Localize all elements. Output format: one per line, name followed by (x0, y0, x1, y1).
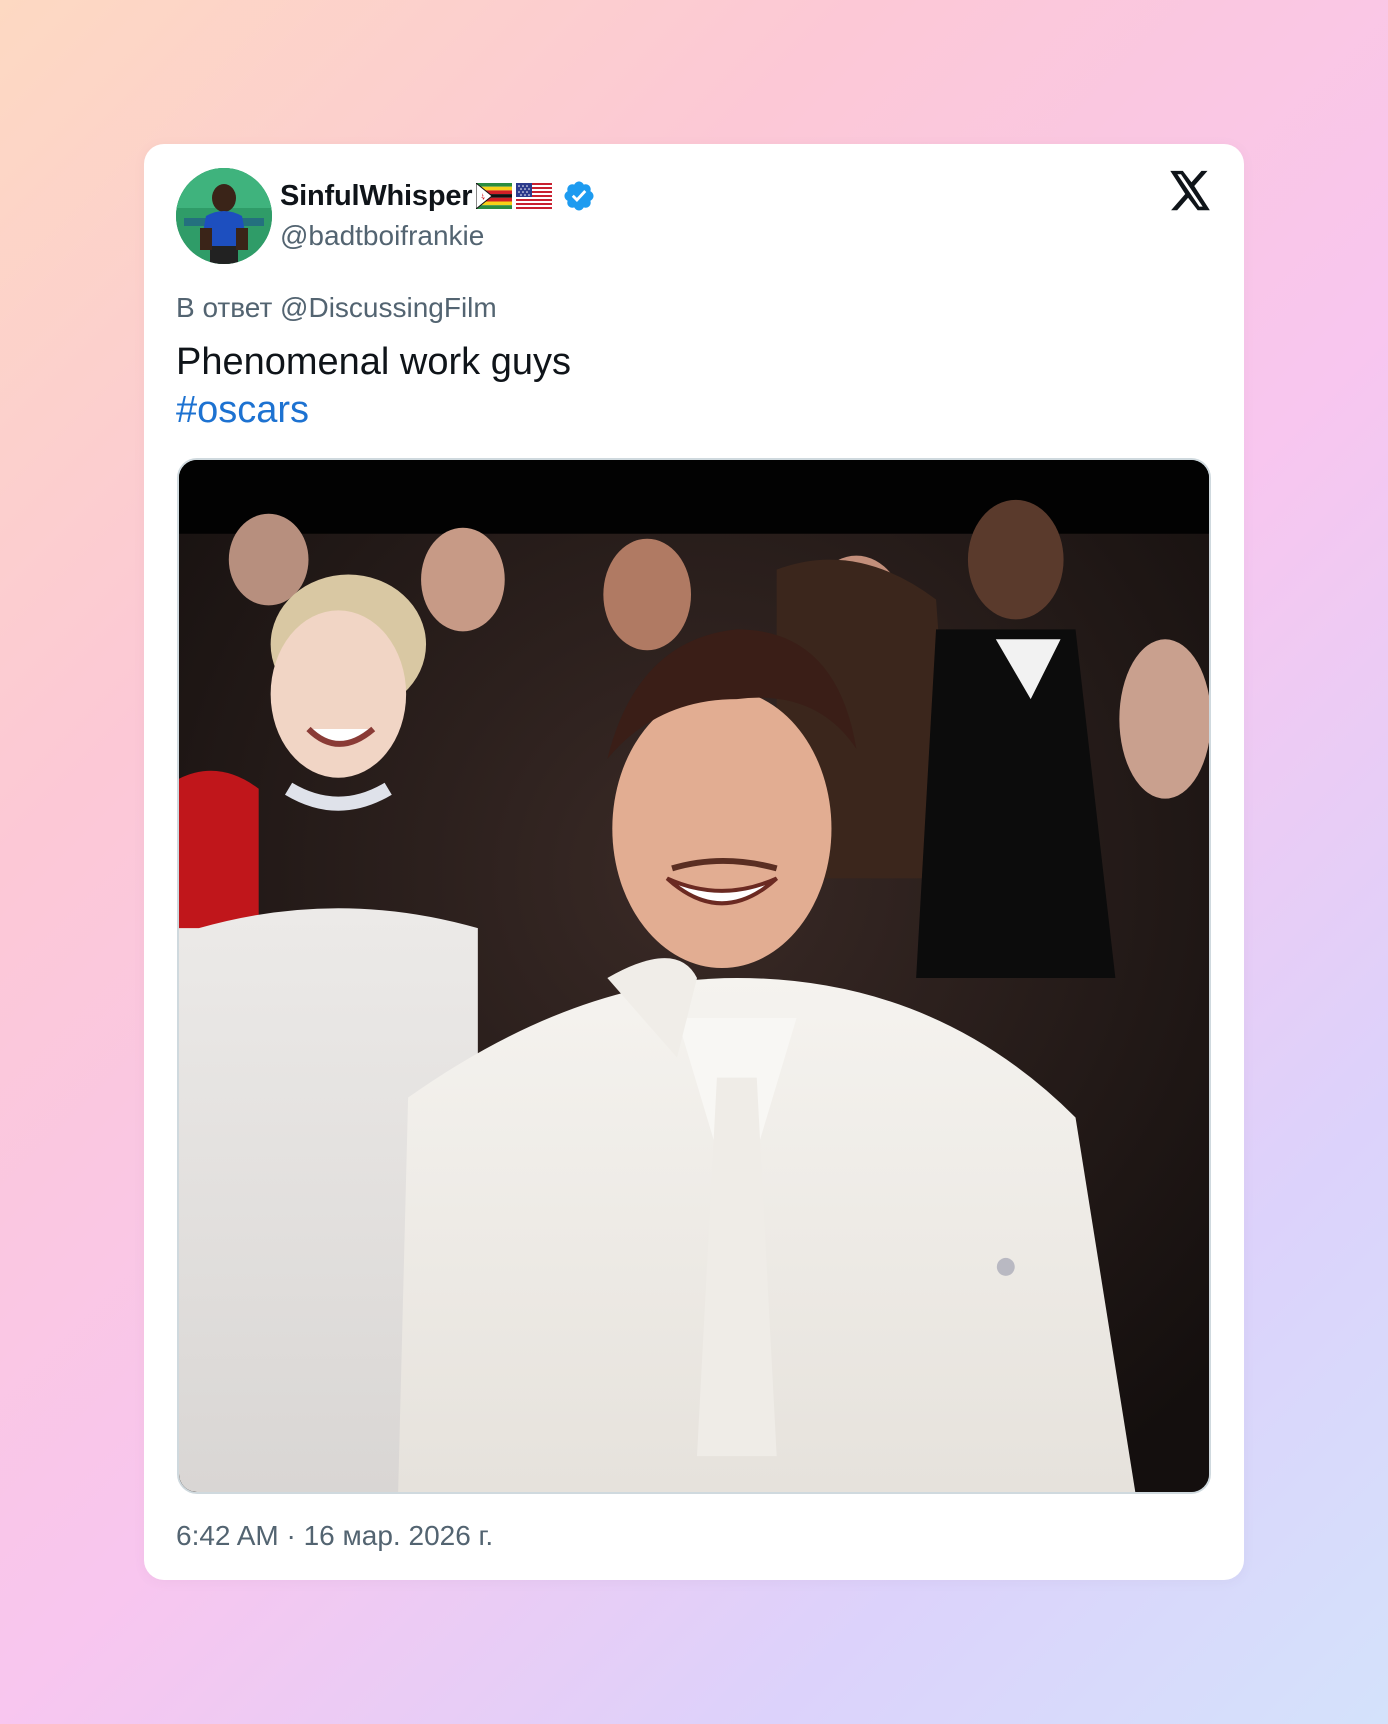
author-handle[interactable]: @badtboifrankie (280, 220, 484, 252)
author-avatar[interactable] (176, 168, 272, 264)
media-photo-illustration (179, 460, 1209, 1492)
author-name-row: SinfulWhisper (280, 176, 596, 216)
zimbabwe-flag-icon (476, 183, 513, 209)
x-logo-icon[interactable] (1168, 170, 1212, 212)
tweet-timestamp[interactable]: 6:42 AM · 16 мар. 2026 г. (176, 1520, 493, 1552)
usa-flag-icon (516, 183, 553, 209)
tweet-media-photo[interactable] (177, 458, 1211, 1494)
avatar-photo (176, 168, 272, 264)
hashtag-link[interactable]: #oscars (176, 386, 309, 434)
verified-badge-icon (562, 179, 596, 213)
reply-to-label[interactable]: В ответ @DiscussingFilm (176, 292, 497, 324)
author-display-name[interactable]: SinfulWhisper (280, 180, 473, 213)
tweet-text: Phenomenal work guys (176, 341, 571, 383)
tweet-card: SinfulWhisper @badtboifrankie В ответ @D… (144, 144, 1244, 1580)
